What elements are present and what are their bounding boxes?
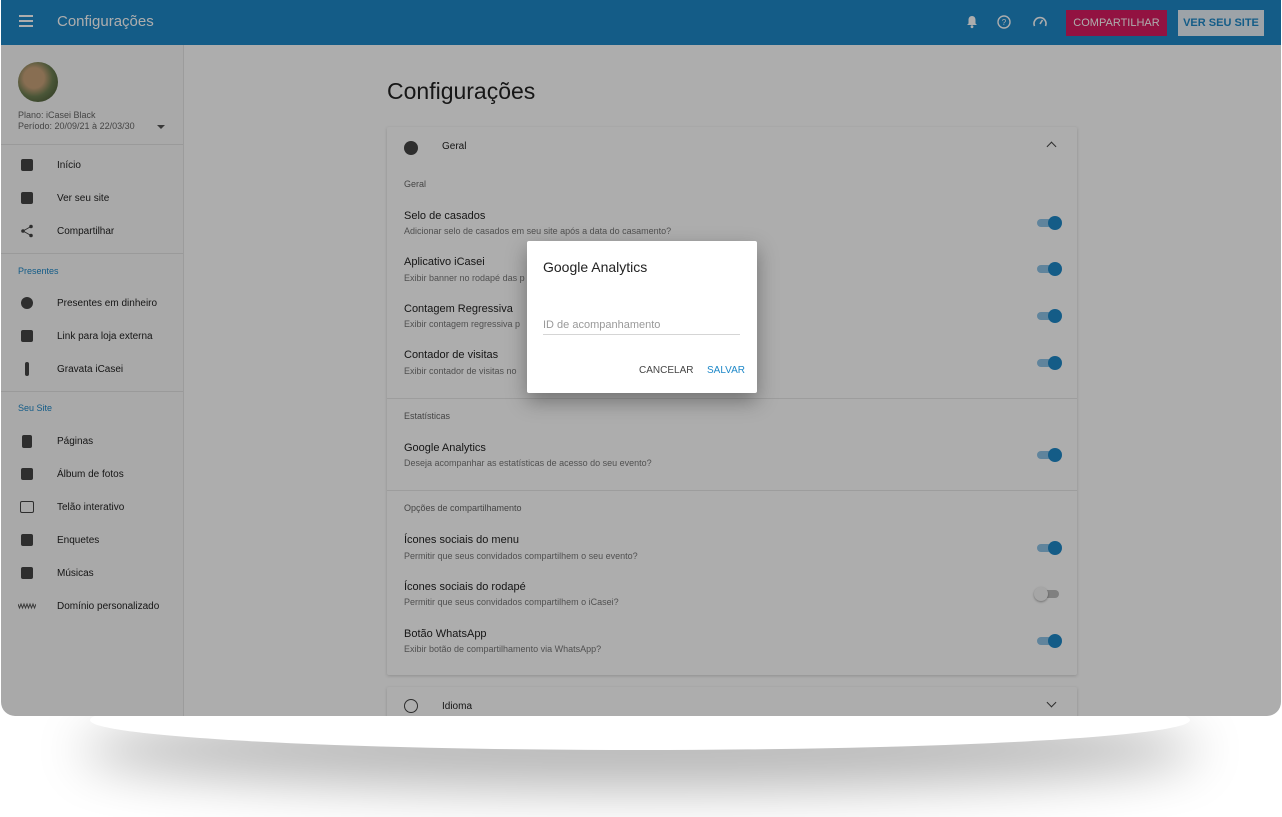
save-button[interactable]: SALVAR — [707, 365, 745, 376]
cancel-button[interactable]: CANCELAR — [639, 365, 693, 376]
tracking-id-input[interactable] — [543, 315, 740, 335]
app-window: Configurações ? COMPARTILHAR VER SEU SIT… — [1, 0, 1281, 716]
dialog-title: Google Analytics — [543, 259, 648, 275]
google-analytics-dialog: Google Analytics CANCELAR SALVAR — [527, 241, 757, 393]
